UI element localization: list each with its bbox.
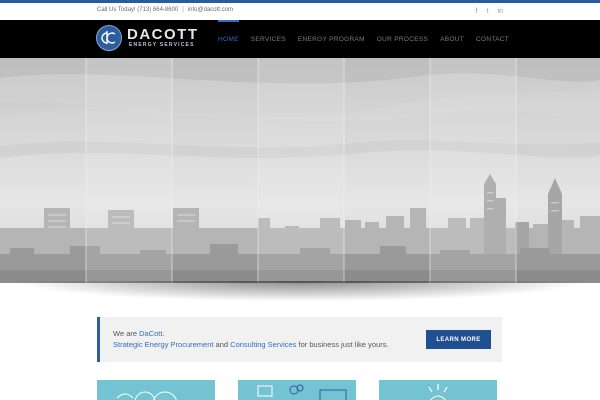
nav-item-energy-program[interactable]: ENERGY PROGRAM (292, 20, 371, 58)
social-links: f t in (476, 7, 503, 16)
feature-card-3[interactable] (379, 380, 497, 400)
nav-item-home[interactable]: HOME (212, 20, 245, 58)
twitter-icon[interactable]: t (487, 7, 489, 16)
tagline-callout: We are DaCott. Strategic Energy Procurem… (97, 317, 502, 362)
consulting-services-link[interactable]: Consulting Services (230, 340, 296, 349)
feature-card-2[interactable] (238, 380, 356, 400)
hero-shadow (20, 281, 580, 301)
nav-menu: HOME SERVICES ENERGY PROGRAM OUR PROCESS… (212, 20, 515, 58)
learn-more-button[interactable]: LEARN MORE (426, 330, 491, 349)
contact-separator: | (182, 7, 184, 13)
feature-card-1[interactable] (97, 380, 215, 400)
tagline-period: . (162, 329, 165, 338)
tagline-line-2: Strategic Energy Procurement and Consult… (113, 339, 389, 350)
logo-subtitle: ENERGY SERVICES (129, 42, 195, 48)
email-link[interactable]: info@dacott.com (188, 7, 233, 13)
skyline-illustration (0, 58, 600, 283)
nav-item-about[interactable]: ABOUT (434, 20, 470, 58)
energy-procurement-link[interactable]: Strategic Energy Procurement (113, 340, 213, 349)
tagline-line-1: We are DaCott. (113, 328, 389, 339)
nav-item-services[interactable]: SERVICES (245, 20, 292, 58)
top-contact-bar: Call Us Today! (713) 664-8600 | info@dacot… (0, 0, 600, 20)
tagline-and: and (213, 340, 231, 349)
logo-monogram-icon (96, 25, 122, 51)
computer-icon (257, 384, 347, 400)
tagline-suffix: for business just like yours. (296, 340, 389, 349)
linkedin-icon[interactable]: in (498, 7, 503, 16)
main-navbar: DACOTT ENERGY SERVICES HOME SERVICES ENE… (0, 20, 600, 58)
tagline-text: We are DaCott. Strategic Energy Procurem… (113, 328, 389, 350)
facebook-icon[interactable]: f (476, 7, 478, 16)
phone-text[interactable]: Call Us Today! (713) 664-8600 (97, 7, 178, 13)
tagline-prefix: We are (113, 329, 140, 338)
globe-icon (116, 391, 177, 400)
logo-name: DACOTT (127, 26, 199, 43)
hero-skyline-image (0, 58, 600, 283)
lightbulb-icon (428, 384, 448, 400)
nav-item-contact[interactable]: CONTACT (470, 20, 515, 58)
dacott-link[interactable]: DaCott (139, 329, 162, 338)
nav-item-our-process[interactable]: OUR PROCESS (371, 20, 434, 58)
contact-info: Call Us Today! (713) 664-8600 | info@dacot… (97, 7, 233, 13)
